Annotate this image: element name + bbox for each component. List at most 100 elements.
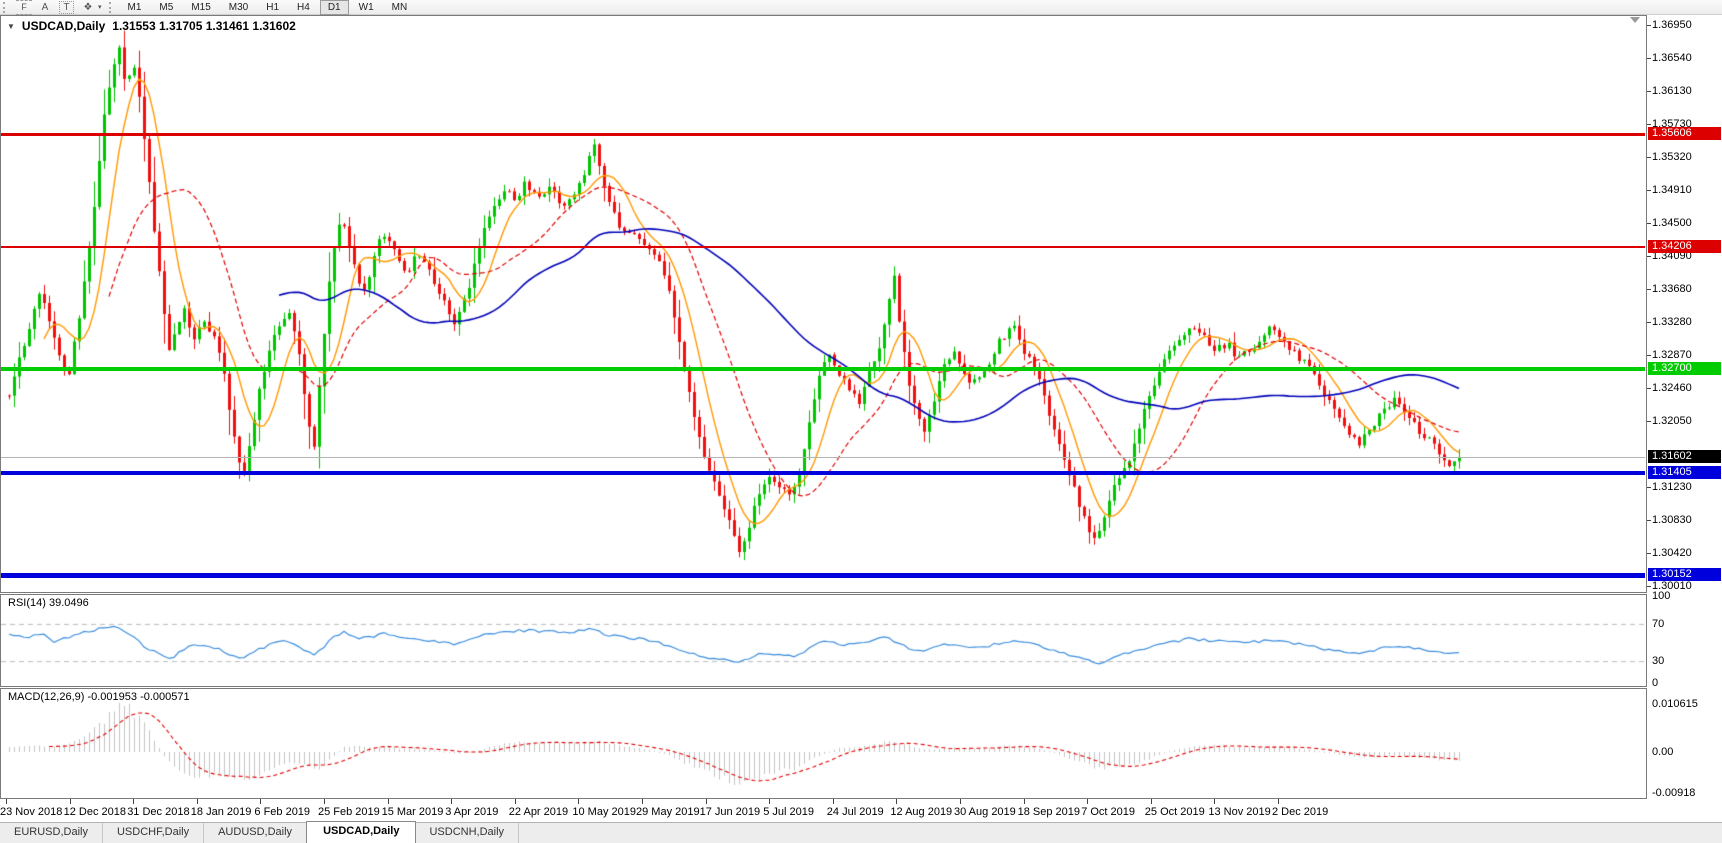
date-tick-label: 18 Sep 2019 [1017,806,1080,818]
timeframe-buttons: M1 M5 M15 M30 H1 H4 D1 W1 MN [119,0,417,15]
price-tick-label: 1.33280 [1652,315,1692,328]
price-tick-label: 1.36950 [1652,19,1692,31]
macd-canvas[interactable] [1,689,1646,798]
price-tick-label: 1.31230 [1652,481,1692,494]
chart-shift-marker-icon[interactable] [1630,17,1640,23]
level-tag-pivot-green: 1.32700 [1648,361,1721,375]
macd-tick-label: -0.00918 [1652,787,1696,800]
arrows-tool-icon[interactable]: ❖ [78,1,98,14]
date-tick-mark [451,799,453,804]
price-tick-mark [1647,321,1651,323]
date-tick-label: 12 Aug 2019 [890,806,953,818]
main-chart-panel [0,15,1647,593]
timeframe-button-m5[interactable]: M5 [151,0,181,15]
price-tick-label: 1.30830 [1652,513,1692,526]
chart-tab-audusd[interactable]: AUDUSD,Daily [204,823,308,843]
date-tick-label: 12 Dec 2018 [63,806,126,818]
price-tick-mark [1647,256,1651,258]
trading-platform-window: F A T ❖ ▾ M1 M5 M15 M30 H1 H4 D1 W1 MN ▼ USDCAD,… [0,0,1722,843]
rsi-tick-label: 30 [1652,655,1665,668]
price-tick-label: 1.34500 [1652,217,1692,230]
date-tick-mark [514,799,516,804]
date-tick-label: 6 Feb 2019 [254,806,311,818]
top-toolbar: F A T ❖ ▾ M1 M5 M15 M30 H1 H4 D1 W1 MN [0,0,1722,15]
rsi-panel [0,594,1647,687]
price-tick-label: 1.32460 [1652,381,1692,394]
date-tick-mark [324,799,325,804]
date-tick-mark [69,799,71,804]
date-tick-label: 2 Dec 2019 [1272,806,1329,818]
price-tick-mark [1647,156,1651,158]
date-tick-label: 24 Jul 2019 [826,806,884,818]
date-tick-mark [705,799,707,804]
chart-menu-arrow-icon[interactable]: ▼ [7,22,15,31]
text-label-tool-icon[interactable]: T [59,0,74,14]
price-axis[interactable]: 1.36950 1.36540 1.36130 1.35730 1.35320 1.349… [1647,15,1722,822]
date-tick-label: 22 Apr 2019 [508,806,569,818]
date-tick-mark [1087,799,1089,804]
arrows-dropdown-caret-icon[interactable]: ▾ [98,3,102,11]
date-tick-label: 17 Jun 2019 [699,806,761,818]
date-tick-mark [960,799,961,804]
timeframe-button-h4[interactable]: H4 [289,0,318,15]
rsi-indicator-label: RSI(14) 39.0496 [8,597,89,609]
price-tick-mark [1647,421,1651,423]
date-tick-mark [769,799,771,804]
timeframe-button-w1[interactable]: W1 [351,0,382,15]
timeframe-button-d1[interactable]: D1 [319,0,349,15]
timeframe-button-m1[interactable]: M1 [120,0,150,15]
date-tick-label: 7 Oct 2019 [1081,806,1136,818]
level-tag-resistance-lower: 1.34206 [1648,239,1721,253]
price-tick-mark [1647,189,1651,191]
chart-tab-bar: EURUSD,Daily USDCHF,Daily AUDUSD,Daily USDC… [0,821,1722,843]
chart-tab-usdchf[interactable]: USDCHF,Daily [103,823,205,843]
price-tick-mark [1647,91,1651,93]
price-tick-label: 1.35320 [1652,150,1692,163]
date-axis[interactable]: 23 Nov 2018 12 Dec 2018 31 Dec 2018 18 Jan … [0,799,1647,822]
date-tick-label: 15 Mar 2019 [381,806,444,818]
macd-tick-label: 0.00 [1652,746,1674,758]
rsi-tick-label: 0 [1652,677,1659,689]
date-tick-label: 23 Nov 2018 [0,806,63,818]
macd-panel [0,688,1647,799]
price-chart-canvas[interactable] [1,16,1646,592]
toolbar-grip[interactable] [3,1,8,13]
price-tick-label: 1.32050 [1652,415,1692,428]
timeframe-button-m30[interactable]: M30 [221,0,256,15]
price-tick-label: 1.33680 [1652,283,1692,296]
current-price-tag: 1.31602 [1648,450,1721,464]
chart-tab-usdcad[interactable]: USDCAD,Daily [306,821,417,843]
date-tick-mark [578,799,580,804]
timeframe-button-m15[interactable]: M15 [183,0,218,15]
rsi-tick-label: 100 [1652,590,1671,602]
toolbar-grip-2[interactable] [108,1,114,13]
date-tick-label: 3 Apr 2019 [445,806,499,818]
price-tick-mark [1647,586,1651,588]
date-tick-mark [642,799,643,804]
level-tag-support-upper: 1.31405 [1648,466,1721,480]
price-tick-mark [1647,552,1651,554]
price-tick-mark [1647,123,1651,125]
date-tick-label: 25 Feb 2019 [318,806,380,818]
chart-symbol-label: USDCAD,Daily [21,19,106,33]
date-tick-label: 18 Jan 2019 [190,806,252,818]
date-tick-mark [260,799,262,804]
timeframe-button-h1[interactable]: H1 [258,0,287,15]
text-tool-icon[interactable]: A [35,1,55,14]
date-tick-mark [196,799,198,804]
price-tick-mark [1647,487,1651,489]
price-tick-mark [1647,354,1651,356]
chart-tab-eurusd[interactable]: EURUSD,Daily [0,823,103,843]
level-tag-support-lower: 1.30152 [1648,567,1721,581]
price-tick-mark [1647,519,1651,521]
rsi-canvas[interactable] [1,595,1646,686]
timeframe-button-mn[interactable]: MN [384,0,416,15]
date-tick-mark [133,799,135,804]
date-tick-mark [832,799,834,804]
price-tick-mark [1647,25,1651,26]
price-tick-mark [1647,58,1651,60]
price-tick-label: 1.34910 [1652,183,1692,196]
price-tick-label: 1.30420 [1652,546,1692,559]
fibonacci-tool-icon[interactable]: F [16,0,32,15]
chart-tab-usdcnh[interactable]: USDCNH,Daily [415,823,520,843]
